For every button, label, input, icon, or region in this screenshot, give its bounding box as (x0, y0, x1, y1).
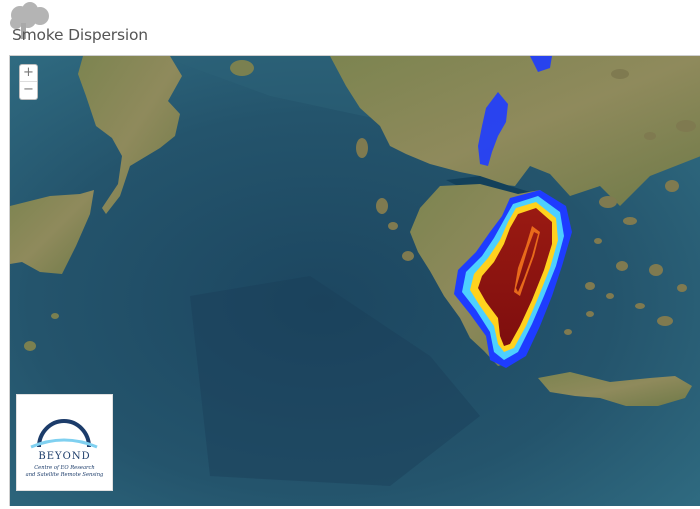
map[interactable]: + − BEYOND Centre of EO Research and Sat… (9, 55, 700, 506)
basemap[interactable] (10, 56, 700, 506)
app-title: Smoke Dispersion (12, 26, 148, 44)
partner-name: BEYOND (38, 451, 91, 462)
beyond-arc-icon (30, 419, 98, 449)
zoom-out-button[interactable]: − (20, 82, 37, 99)
partner-logo: BEYOND Centre of EO Research and Satelli… (16, 394, 113, 491)
header: Smoke Dispersion (0, 0, 700, 50)
partner-subtitle-line2: and Satellite Remote Sensing (25, 472, 104, 478)
zoom-control: + − (19, 64, 38, 100)
zoom-in-button[interactable]: + (20, 65, 37, 82)
partner-subtitle-line1: Centre of EO Research (34, 465, 95, 471)
